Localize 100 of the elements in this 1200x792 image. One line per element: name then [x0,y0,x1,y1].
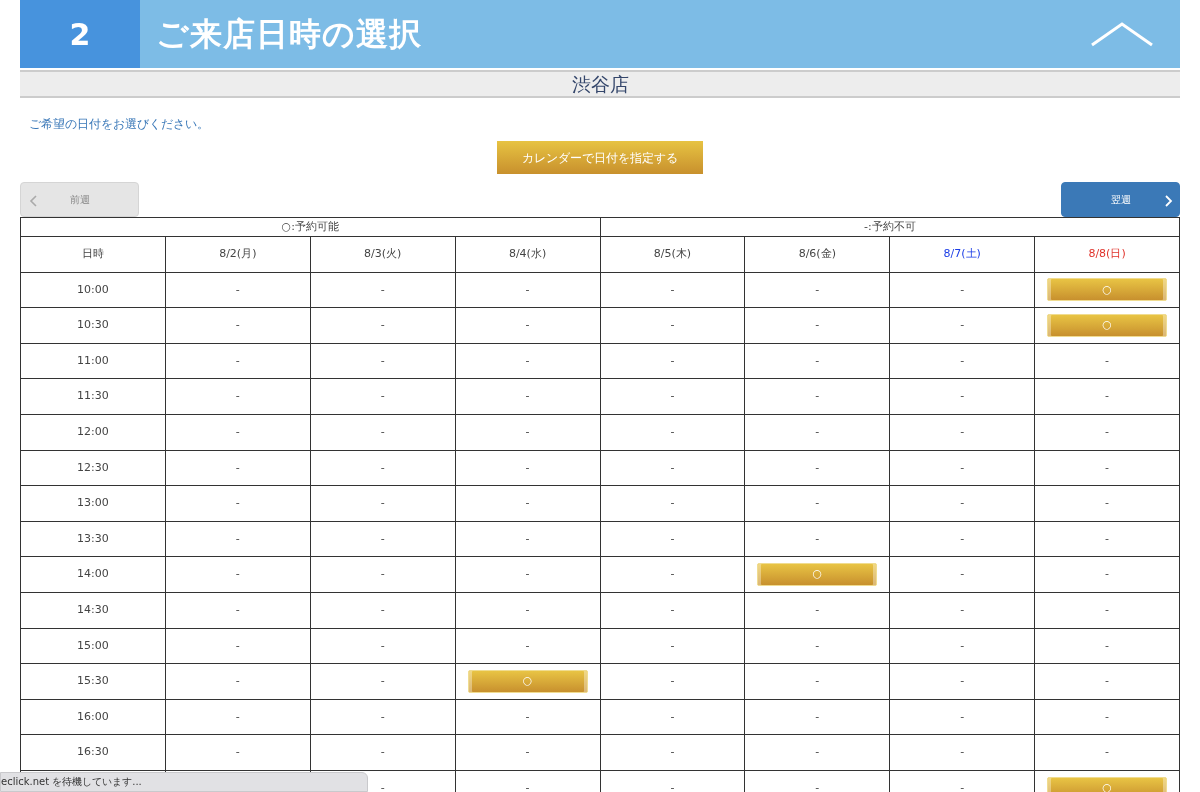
unavailable-cell: - [165,272,311,308]
next-week-button[interactable]: 翌週 [1061,182,1180,217]
unavailable-cell: - [1034,378,1180,415]
date-header: 8/3(火) [310,236,456,273]
time-cell: 11:00 [20,343,166,379]
unavailable-cell: - [744,521,890,557]
unavailable-cell: - [165,699,311,735]
unavailable-cell: - [744,343,890,379]
unavailable-cell: - [165,556,311,593]
unavailable-cell: - [165,663,311,700]
step-number: 2 [20,0,140,68]
unavailable-cell: - [310,378,456,415]
loading-status-text: eclick.net を待機しています... [1,776,142,787]
unavailable-cell: - [310,485,456,522]
unavailable-cell: - [1034,343,1180,379]
available-slot-button[interactable]: ○ [757,563,878,587]
time-cell: 12:30 [20,450,166,486]
unavailable-cell: - [1034,592,1180,629]
available-slot-button[interactable]: ○ [1047,278,1168,302]
time-cell: 10:00 [20,272,166,308]
unavailable-cell: - [600,450,745,486]
unavailable-cell: - [455,450,600,486]
unavailable-cell: - [165,592,311,629]
available-slot-button[interactable]: ○ [1047,314,1168,337]
unavailable-cell: - [889,556,1035,593]
unavailable-cell: - [310,699,456,735]
legend-text: -:予約不可 [600,217,1180,237]
unavailable-cell: - [600,556,745,593]
time-cell: 16:30 [20,734,166,771]
unavailable-cell: - [889,485,1035,522]
unavailable-cell: - [600,414,745,451]
collapse-icon[interactable] [1090,20,1154,48]
unavailable-cell: - [744,663,890,700]
date-header: 8/6(金) [744,236,890,273]
unavailable-cell: - [600,521,745,557]
unavailable-cell: - [455,628,600,664]
available-slot-button[interactable]: ○ [467,669,588,693]
unavailable-cell: - [310,450,456,486]
unavailable-cell: - [455,592,600,629]
calendar-button[interactable]: カレンダーで日付を指定する [497,141,703,174]
unavailable-cell: - [165,450,311,486]
unavailable-cell: - [889,414,1035,451]
unavailable-cell: - [889,450,1035,486]
unavailable-cell: - [889,307,1035,344]
unavailable-cell: - [1034,414,1180,451]
section-title: ご来店日時の選択 [155,14,423,55]
chevron-left-icon [29,195,37,207]
unavailable-cell: - [744,592,890,629]
unavailable-cell: - [600,628,745,664]
unavailable-cell: - [889,628,1035,664]
time-cell: 16:00 [20,699,166,735]
unavailable-cell: - [310,734,456,771]
unavailable-cell: - [165,628,311,664]
unavailable-cell: - [455,556,600,593]
instruction-text: ご希望の日付をお選びください。 [29,116,210,133]
time-cell: 10:30 [20,307,166,344]
unavailable-cell: - [1034,556,1180,593]
unavailable-cell: - [455,699,600,735]
unavailable-cell: - [744,699,890,735]
unavailable-cell: - [889,592,1035,629]
unavailable-cell: - [744,307,890,344]
unavailable-cell: - [165,734,311,771]
unavailable-cell: - [310,556,456,593]
unavailable-cell: - [744,628,890,664]
unavailable-cell: - [455,521,600,557]
unavailable-cell: - [1034,450,1180,486]
unavailable-cell: - [1034,628,1180,664]
unavailable-cell: - [165,485,311,522]
unavailable-cell: - [889,663,1035,700]
unavailable-cell: - [310,343,456,379]
unavailable-cell: - [889,699,1035,735]
date-header: 8/7(土) [889,236,1035,273]
unavailable-cell: - [889,521,1035,557]
unavailable-cell: - [600,734,745,771]
date-header: 8/2(月) [165,236,311,273]
unavailable-cell: - [455,485,600,522]
unavailable-cell: - [310,414,456,451]
unavailable-cell: - [600,663,745,700]
unavailable-cell: - [1034,521,1180,557]
date-header: 8/5(木) [600,236,745,273]
unavailable-cell: - [600,272,745,308]
unavailable-cell: - [744,485,890,522]
store-name: 渋谷店 [20,70,1180,98]
unavailable-cell: - [744,734,890,771]
unavailable-cell: - [889,378,1035,415]
unavailable-cell: - [600,343,745,379]
time-cell: 12:00 [20,414,166,451]
unavailable-cell: - [889,343,1035,379]
date-header: 8/4(水) [455,236,600,273]
unavailable-cell: - [310,628,456,664]
unavailable-cell: - [310,663,456,700]
unavailable-cell: - [455,414,600,451]
unavailable-cell: - [455,272,600,308]
available-slot-button[interactable]: ○ [1047,776,1168,792]
unavailable-cell: - [455,307,600,344]
column-header: 日時 [20,236,166,273]
time-cell: 14:00 [20,556,166,593]
time-cell: 13:00 [20,485,166,522]
time-cell: 15:30 [20,663,166,700]
time-cell: 11:30 [20,378,166,415]
